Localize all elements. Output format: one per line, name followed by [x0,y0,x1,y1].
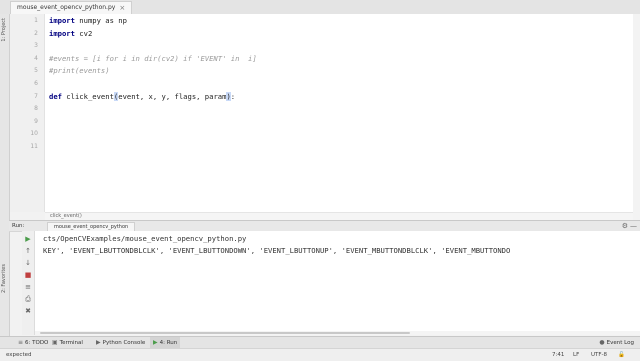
scrollbar-thumb[interactable] [40,332,410,334]
minimize-icon[interactable]: — [630,221,637,231]
line-number-gutter: 1 2 3 4 5 6 7 8 9 10 11 [10,14,45,212]
line-number: 9 [34,117,38,125]
file-tab[interactable]: mouse_event_opencv_python.py × [10,1,133,14]
close-tab-icon[interactable]: × [119,2,125,14]
status-message: expected [6,352,32,358]
favorites-tool-button[interactable]: 2: Favorites [1,264,7,293]
console-line: KEY', 'EVENT_LBUTTONDBLCLK', 'EVENT_LBUT… [43,246,511,255]
delete-icon[interactable]: ✖ [24,307,32,315]
line-number: 11 [30,143,38,150]
function-args: event, x, y, flags, param [118,91,227,101]
line-number: 6 [34,80,38,87]
line-number: 10 [30,130,38,138]
keyword: import [49,28,75,38]
keyword: import [49,16,75,25]
wrap-icon[interactable]: ≡ [24,283,32,291]
line-number: 4 [34,54,38,62]
down-icon[interactable]: ↓ [24,259,32,267]
function-name: click_event [61,91,114,101]
left-tool-strip: 1: Project 2: Favorites [0,14,10,346]
code-editor[interactable]: import numpy as np import cv2 #events = … [45,14,633,212]
rerun-icon[interactable]: ▶ [24,235,32,243]
line-number: 3 [34,42,38,50]
code-text: cv2 [74,28,93,38]
line-number: 5 [34,67,38,75]
project-tool-button[interactable]: 1: Project [1,18,7,42]
stop-icon[interactable]: ■ [24,271,32,279]
code-line-7: def click_event(event, x, y, flags, para… [49,91,235,104]
caret-position[interactable]: 7:41 [552,349,564,361]
keyword: def [49,91,62,101]
code-line-1: import numpy as np [49,15,127,28]
run-label: Run: [12,223,25,229]
code-line-2: import cv2 [49,28,92,41]
code-line-4: #events = [i for i in dir(cv2) if 'EVENT… [49,53,257,63]
editor-tab-bar: mouse_event_opencv_python.py × [0,0,640,15]
console-line: cts/OpenCVExamples/mouse_event_opencv_py… [43,234,247,243]
line-number: 1 [34,17,38,24]
gear-icon[interactable]: ⚙ [622,221,628,231]
line-number: 2 [34,29,38,37]
file-encoding[interactable]: UTF-8 [591,349,607,361]
file-tab-label: mouse_event_opencv_python.py [17,4,116,11]
breadcrumb: click_event() [45,212,633,220]
breadcrumb-item[interactable]: click_event() [50,213,82,220]
line-number: 7 [34,92,38,100]
up-icon[interactable]: ↑ [24,247,32,255]
right-scroll-strip[interactable] [632,14,640,220]
lock-icon[interactable]: 🔓 [618,349,625,361]
run-toolbar: ▶ ↑ ↓ ■ ≡ ⎙ ✖ [22,231,35,335]
status-bar: expected 7:41 LF UTF-8 🔓 [0,348,640,361]
print-icon[interactable]: ⎙ [24,295,32,303]
line-number: 8 [34,105,38,113]
run-console[interactable]: cts/OpenCVExamples/mouse_event_opencv_py… [35,231,640,335]
code-line-5: #print(events) [49,66,110,76]
line-separator[interactable]: LF [573,349,579,361]
colon: : [230,91,236,101]
code-text: numpy as np [74,16,127,25]
